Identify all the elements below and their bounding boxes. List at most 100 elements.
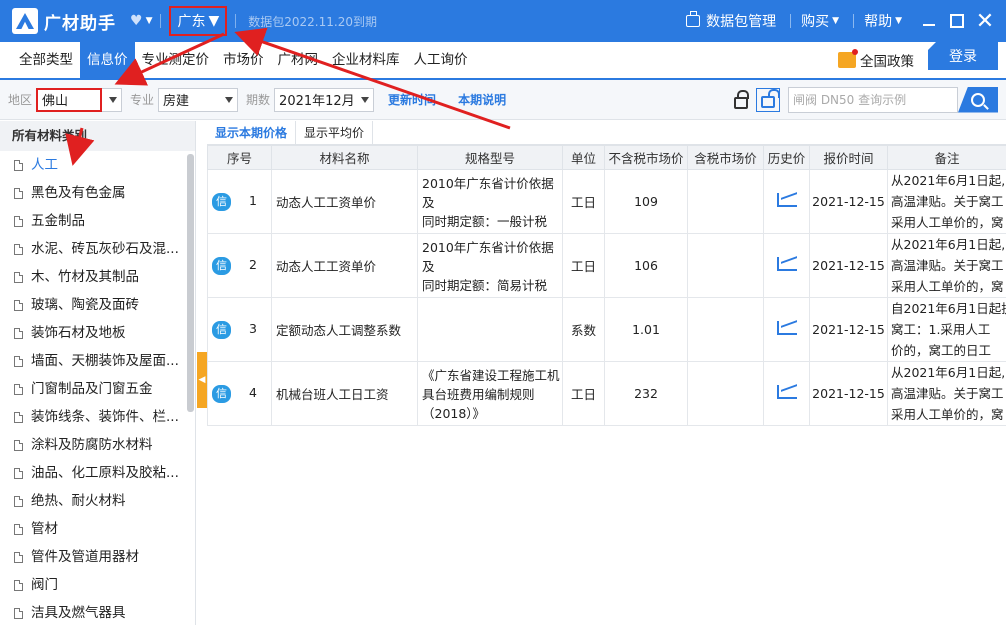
buy-menu[interactable]: 购买 ▼ xyxy=(801,11,839,31)
col-note[interactable]: 备注 xyxy=(887,145,1006,170)
major-select[interactable]: 房建 xyxy=(158,87,239,112)
cell-price-inc-tax xyxy=(687,361,764,426)
col-price-ex-tax[interactable]: 不含税市场价 xyxy=(604,145,688,170)
history-trend-icon[interactable] xyxy=(776,257,797,271)
cell-price-ex-tax: 106 xyxy=(604,233,688,298)
major-value: 房建 xyxy=(163,94,190,109)
data-package-label: 数据包管理 xyxy=(706,14,777,30)
sidebar-item[interactable]: 装饰线条、装饰件、栏... xyxy=(0,403,186,431)
data-package-button[interactable]: 数据包管理 xyxy=(686,11,776,31)
cell-quote-time: 2021-12-15 xyxy=(809,297,888,362)
maximize-button[interactable] xyxy=(944,8,970,34)
cell-note: 从2021年6月1日起, 高温津贴。关于窝工 采用人工单价的，窝 xyxy=(887,169,1006,234)
minimize-icon xyxy=(923,24,935,26)
col-unit[interactable]: 单位 xyxy=(562,145,605,170)
lock-icon[interactable] xyxy=(734,89,749,109)
history-trend-icon[interactable] xyxy=(776,321,797,335)
sidebar-item[interactable]: 管件及管道用器材 xyxy=(0,543,186,571)
login-button[interactable]: 登录 xyxy=(928,42,998,70)
col-name[interactable]: 材料名称 xyxy=(271,145,418,170)
sidebar-item-label: 洁具及燃气器具 xyxy=(31,605,126,621)
sidebar-item[interactable]: 装饰石材及地板 xyxy=(0,319,186,347)
sidebar-item-label: 墙面、天棚装饰及屋面... xyxy=(31,353,179,369)
menu-info-price[interactable]: 信息价 xyxy=(80,42,135,78)
note-line: 高温津贴。关于窝工 xyxy=(891,386,1004,401)
sidebar-item[interactable]: 玻璃、陶瓷及面砖 xyxy=(0,291,186,319)
table-row[interactable]: 信 1 动态人工工资单价 2010年广东省计价依据及 同时期定额：一般计税 工日 109 20… xyxy=(207,169,1006,234)
sidebar-item[interactable]: 五金制品 xyxy=(0,207,186,235)
tab-current-price[interactable]: 显示本期价格 xyxy=(207,121,297,145)
minimize-button[interactable] xyxy=(916,8,942,34)
period-select[interactable]: 2021年12月 xyxy=(274,87,375,112)
sidebar-item[interactable]: 涂料及防腐防水材料 xyxy=(0,431,186,459)
category-list: 人工 黑色及有色金属 五金制品 水泥、砖瓦灰砂石及混... 木、竹材及其制品 玻璃、陶瓷及… xyxy=(0,151,195,625)
menu-market-price[interactable]: 市场价 xyxy=(216,42,271,78)
close-button[interactable]: ✕ xyxy=(972,8,998,34)
tab-average-price[interactable]: 显示平均价 xyxy=(296,121,374,145)
sidebar-item[interactable]: 黑色及有色金属 xyxy=(0,179,186,207)
area-select[interactable]: 佛山 xyxy=(36,87,103,112)
table-row[interactable]: 信 3 定额动态人工调整系数 系数 1.01 2021-12-15 自2021年6月1日起执… xyxy=(207,297,1006,362)
sidebar-item[interactable]: 水泥、砖瓦灰砂石及混... xyxy=(0,235,186,263)
sidebar-item-label: 阀门 xyxy=(31,577,58,593)
search-placeholder: 闸阀 DN50 查询示例 xyxy=(793,93,907,107)
price-subtabs: 显示本期价格 显示平均价 xyxy=(207,121,1006,145)
spec-line: 同时期定额：简易计税 xyxy=(422,278,548,293)
collapse-sidebar-button[interactable]: ◀ xyxy=(197,352,207,408)
maximize-icon xyxy=(950,14,964,28)
help-menu[interactable]: 帮助 ▼ xyxy=(864,11,902,31)
cell-name: 定额动态人工调整系数 xyxy=(271,297,418,362)
document-icon xyxy=(14,383,23,395)
document-icon xyxy=(14,467,23,479)
sidebar-item[interactable]: 阀门 xyxy=(0,571,186,599)
region-label: 广东 xyxy=(177,14,206,30)
sidebar-item[interactable]: 人工 xyxy=(0,151,186,179)
history-trend-icon[interactable] xyxy=(776,385,797,399)
info-badge: 信 xyxy=(212,320,231,339)
cell-unit: 工日 xyxy=(562,233,605,298)
sidebar-item[interactable]: 洁具及燃气器具 xyxy=(0,599,186,625)
cell-unit: 系数 xyxy=(562,297,605,362)
chevron-down-icon[interactable]: ▼ xyxy=(146,16,153,26)
document-icon xyxy=(14,551,23,563)
search-button[interactable] xyxy=(958,86,998,113)
spec-line: 同时期定额：一般计税 xyxy=(422,214,548,229)
table-row[interactable]: 信 4 机械台班人工日工资 《广东省建设工程施工机 具台班费用编制规则 （2018）》 工日… xyxy=(207,361,1006,426)
menu-enterprise-library[interactable]: 企业材料库 xyxy=(325,42,407,78)
sidebar-item[interactable]: 油品、化工原料及胶粘... xyxy=(0,459,186,487)
cell-spec: 2010年广东省计价依据及 同时期定额：简易计税 xyxy=(417,233,563,298)
table-row[interactable]: 信 2 动态人工工资单价 2010年广东省计价依据及 同时期定额：简易计税 工日 106 20… xyxy=(207,233,1006,298)
sidebar-item[interactable]: 墙面、天棚装饰及屋面... xyxy=(0,347,186,375)
sidebar-item-label: 油品、化工原料及胶粘... xyxy=(31,465,179,481)
col-history[interactable]: 历史价 xyxy=(763,145,810,170)
chevron-down-icon: ▼ xyxy=(895,16,902,26)
national-policy-button[interactable]: 全国政策 xyxy=(838,42,914,78)
menu-professional-price[interactable]: 专业测定价 xyxy=(135,42,217,78)
col-price-inc-tax[interactable]: 含税市场价 xyxy=(687,145,764,170)
region-selector[interactable]: 广东 ▼ xyxy=(169,6,228,36)
sidebar-item-label: 门窗制品及门窗五金 xyxy=(31,381,153,397)
search-input[interactable]: 闸阀 DN50 查询示例 xyxy=(788,86,958,113)
col-spec[interactable]: 规格型号 xyxy=(417,145,563,170)
period-note-link[interactable]: 本期说明 xyxy=(458,91,506,108)
row-no: 4 xyxy=(249,384,257,400)
sidebar-item[interactable]: 绝热、耐火材料 xyxy=(0,487,186,515)
note-line: 采用人工单价的，窝 xyxy=(891,215,1004,230)
sidebar-scrollbar[interactable] xyxy=(187,154,194,412)
area-dropdown-button[interactable] xyxy=(102,87,123,112)
unlock-button[interactable] xyxy=(756,87,780,112)
col-quote-time[interactable]: 报价时间 xyxy=(809,145,888,170)
document-icon xyxy=(14,411,23,423)
history-trend-icon[interactable] xyxy=(776,193,797,207)
menu-guangcai-web[interactable]: 广材网 xyxy=(271,42,326,78)
update-time-link[interactable]: 更新时间 xyxy=(388,91,436,108)
menu-labor-inquiry[interactable]: 人工询价 xyxy=(407,42,475,78)
sidebar-item[interactable]: 门窗制品及门窗五金 xyxy=(0,375,186,403)
sidebar-item[interactable]: 管材 xyxy=(0,515,186,543)
vip-diamond-icon[interactable]: ♥ xyxy=(130,13,143,29)
menu-all-types[interactable]: 全部类型 xyxy=(12,42,80,78)
col-no[interactable]: 序号 xyxy=(207,145,272,170)
sidebar-item[interactable]: 木、竹材及其制品 xyxy=(0,263,186,291)
cell-price-ex-tax: 1.01 xyxy=(604,297,688,362)
document-icon xyxy=(14,271,23,283)
